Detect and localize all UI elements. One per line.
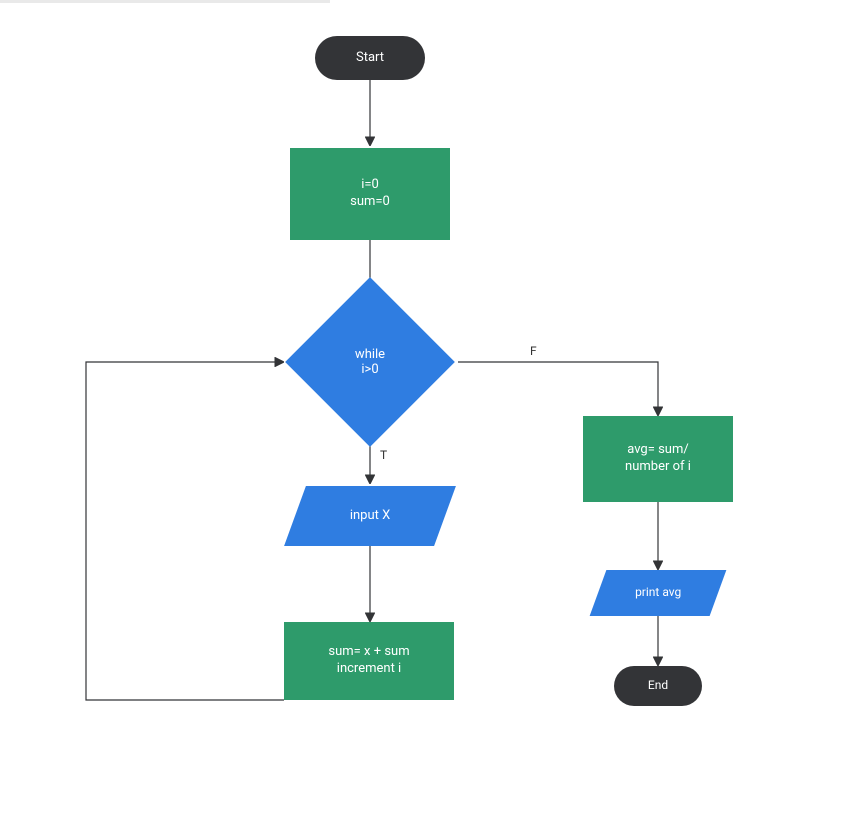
decorative-strip bbox=[0, 0, 330, 3]
edge-true-label: T bbox=[380, 448, 387, 462]
sum-process: sum= x + sum increment i bbox=[284, 622, 454, 700]
input-io: input X bbox=[295, 486, 445, 546]
input-label: input X bbox=[350, 508, 390, 525]
start-label: Start bbox=[356, 50, 384, 67]
avg-process: avg= sum/ number of i bbox=[583, 416, 733, 502]
edge-false-label: F bbox=[530, 344, 537, 358]
init-process: i=0 sum=0 bbox=[290, 148, 450, 240]
sum-text: sum= x + sum increment i bbox=[328, 644, 409, 678]
input-shape: input X bbox=[284, 486, 456, 546]
flowchart-canvas: Start i=0 sum=0 while i>0 T F input X su… bbox=[0, 0, 841, 830]
start-terminator: Start bbox=[315, 36, 425, 80]
decision-label: while i>0 bbox=[310, 302, 430, 422]
print-label: print avg bbox=[635, 585, 681, 601]
while-decision: while i>0 bbox=[310, 302, 430, 422]
avg-text: avg= sum/ number of i bbox=[625, 442, 691, 476]
end-terminator: End bbox=[614, 666, 702, 706]
print-shape: print avg bbox=[590, 570, 727, 616]
end-label: End bbox=[648, 678, 668, 694]
print-io: print avg bbox=[598, 570, 718, 616]
init-text: i=0 sum=0 bbox=[350, 177, 390, 211]
